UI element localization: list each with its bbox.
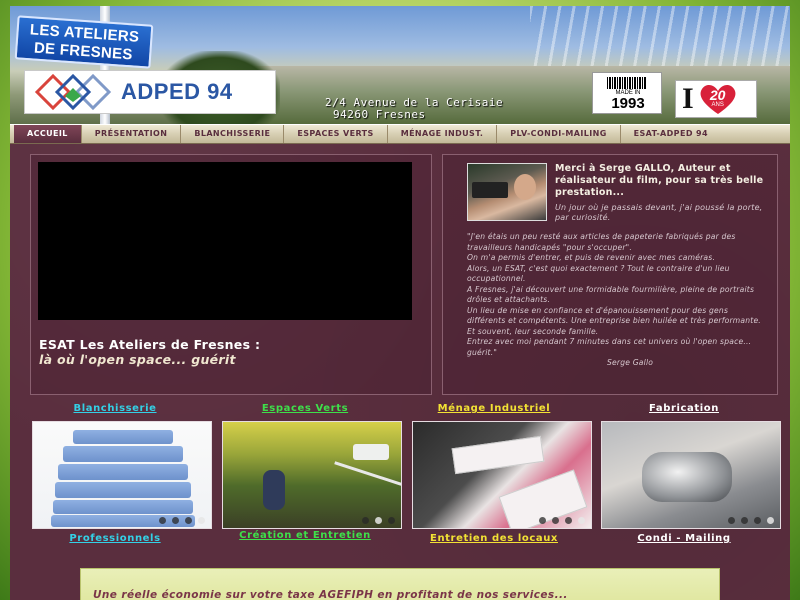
director-photo: [467, 163, 547, 221]
quote-line: "J'en étais un peu resté aux articles de…: [467, 232, 736, 252]
video-player[interactable]: [38, 162, 412, 320]
made-in-1993-badge: MADE IN 1993: [592, 72, 662, 114]
slider-dots[interactable]: [728, 517, 774, 524]
category-title-blanchisserie[interactable]: Blanchisserie: [25, 403, 205, 414]
quote-line: Un lieu de mise en confiance et d'épanou…: [467, 305, 761, 336]
category-subtitle-blanchisserie[interactable]: Professionnels: [25, 533, 205, 544]
category-image-menage-industriel[interactable]: [412, 421, 592, 529]
category-image-blanchisserie[interactable]: [32, 421, 212, 529]
category-subtitle-menage-industriel[interactable]: Entretien des locaux: [404, 533, 584, 544]
slider-dots[interactable]: [159, 517, 205, 524]
category-subtitle-espaces-verts[interactable]: Création et Entretien: [215, 530, 395, 541]
header-banner: LES ATELIERS DE FRESNES ADPED 94 2/4 Ave…: [10, 6, 790, 124]
logo-text: ADPED 94: [121, 79, 233, 104]
quote-line: On m'a permis d'entrer, et puis de reven…: [467, 253, 716, 262]
van: [353, 444, 389, 460]
towel: [73, 430, 173, 444]
anniversary-i: I: [682, 82, 694, 115]
video-caption-subtitle: là où l'open space... guérit: [39, 352, 236, 367]
anniversary-badge: I 20 ANS: [675, 80, 757, 118]
slider-dots[interactable]: [362, 517, 395, 524]
ateliers-sign: LES ATELIERS DE FRESNES: [14, 15, 154, 69]
gardener: [263, 470, 285, 510]
towel: [53, 500, 193, 514]
category-title-espaces-verts[interactable]: Espaces Verts: [215, 403, 395, 414]
nav-esat-adped[interactable]: ESAT-ADPED 94: [621, 125, 721, 143]
nav-accueil[interactable]: ACCUEIL: [14, 125, 82, 143]
quote-line: A Fresnes, j'ai découvert une formidable…: [467, 284, 755, 305]
testimonial-panel: Merci à Serge GALLO, Auteur et réalisate…: [442, 154, 778, 395]
made-year: 1993: [611, 95, 645, 112]
nav-menage-indust[interactable]: MÉNAGE INDUST.: [388, 125, 498, 143]
quote-author: Serge Gallo: [607, 358, 654, 367]
category-title-fabrication[interactable]: Fabrication: [594, 403, 774, 414]
video-panel: ESAT Les Ateliers de Fresnes : là où l'o…: [30, 154, 432, 395]
video-caption: ESAT Les Ateliers de Fresnes : là où l'o…: [39, 337, 419, 367]
category-image-espaces-verts[interactable]: [222, 421, 402, 529]
towel: [55, 482, 191, 498]
face: [514, 174, 536, 200]
leaflet: [451, 435, 545, 475]
anniversary-unit: ANS: [711, 102, 724, 108]
address: 2/4 Avenue de la Cerisaie 94260 Fresnes: [325, 97, 503, 121]
camera-icon: [472, 182, 508, 198]
canopy-structure: [530, 6, 790, 66]
mailing-device: [642, 452, 732, 502]
banner-text: Une réelle économie sur votre taxe AGEFI…: [93, 589, 568, 600]
quote-line: Alors, un ESAT, c'est quoi exactement ? …: [467, 263, 730, 284]
nav-espaces-verts[interactable]: ESPACES VERTS: [284, 125, 388, 143]
nav-presentation[interactable]: PRÉSENTATION: [82, 125, 182, 143]
category-title-menage-industriel[interactable]: Ménage Industriel: [404, 403, 584, 414]
address-line-2: 94260 Fresnes: [333, 108, 426, 121]
testimonial-quote: "J'en étais un peu resté aux articles de…: [467, 232, 769, 369]
towel: [58, 464, 188, 480]
slider-dots[interactable]: [539, 517, 585, 524]
quote-line: Entrez avec moi pendant 7 minutes dans c…: [467, 337, 752, 357]
heart-icon: 20 ANS: [698, 83, 738, 115]
towel: [63, 446, 183, 462]
intro-text: Un jour où je passais devant, j'ai pouss…: [555, 203, 763, 222]
category-subtitle-fabrication[interactable]: Condi - Mailing: [594, 533, 774, 544]
adped-logo-icon: [31, 72, 113, 112]
thanks-heading: Merci à Serge GALLO, Auteur et réalisate…: [555, 163, 764, 198]
nav-plv-condi-mailing[interactable]: PLV-CONDI-MAILING: [497, 125, 621, 143]
page: LES ATELIERS DE FRESNES ADPED 94 2/4 Ave…: [10, 6, 790, 600]
railing: [334, 461, 401, 486]
main-nav: ACCUEIL PRÉSENTATION BLANCHISSERIE ESPAC…: [10, 124, 790, 144]
agefiph-banner[interactable]: Une réelle économie sur votre taxe AGEFI…: [80, 568, 720, 600]
adped-logo[interactable]: ADPED 94: [24, 70, 276, 114]
category-image-fabrication[interactable]: [601, 421, 781, 529]
video-caption-title: ESAT Les Ateliers de Fresnes :: [39, 337, 261, 352]
anniversary-number: 20: [709, 87, 726, 103]
barcode-icon: [607, 77, 647, 89]
nav-blanchisserie[interactable]: BLANCHISSERIE: [181, 125, 285, 143]
